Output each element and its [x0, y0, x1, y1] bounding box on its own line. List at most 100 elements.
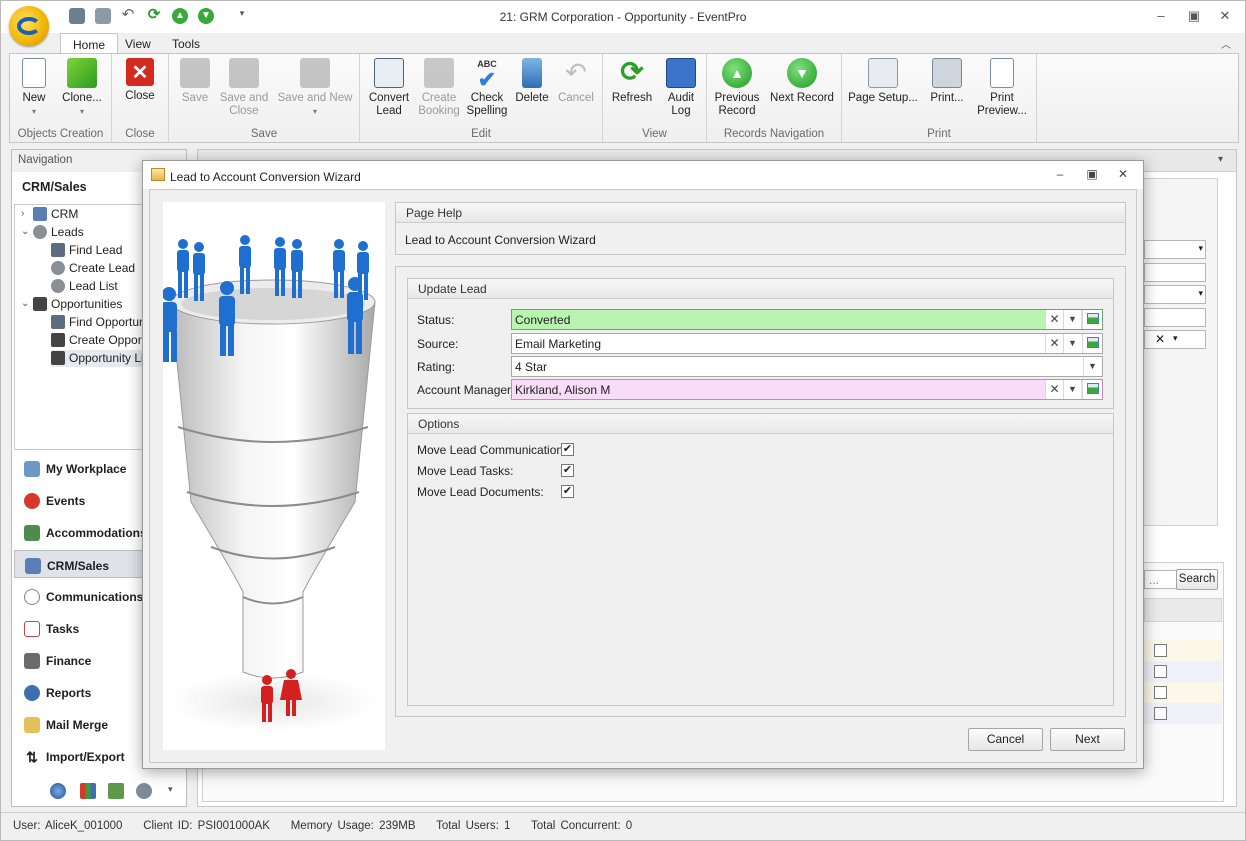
tab-view[interactable]: View — [113, 33, 163, 53]
tab-tools[interactable]: Tools — [160, 33, 212, 53]
group-save: Save Save and Close Save and New ▾ Save — [169, 54, 360, 142]
handshake-list-icon — [51, 351, 65, 365]
expand-icon[interactable]: › — [21, 208, 24, 219]
move-communications-checkbox[interactable]: ✔ — [561, 443, 574, 456]
lookup-grid-icon[interactable] — [1082, 334, 1102, 353]
cancel-button[interactable]: Cancel — [968, 728, 1043, 751]
minimize-button[interactable]: – — [1149, 7, 1173, 25]
close-button[interactable]: ✕ Close — [118, 58, 162, 103]
lookup-grid-icon[interactable] — [1082, 380, 1102, 399]
page-help-header: Page Help — [396, 203, 1125, 223]
chevron-down-icon[interactable]: ▾ — [168, 784, 173, 795]
maximize-button[interactable]: ▣ — [1182, 7, 1206, 25]
background-field[interactable]: ▾ — [1144, 285, 1206, 304]
account-manager-field[interactable]: Kirkland, Alison M ✕ ▼ — [511, 379, 1103, 400]
next-button[interactable]: Next — [1050, 728, 1125, 751]
group-view: ⟳ Refresh Audit Log View — [603, 54, 707, 142]
status-total-users: Total Users: 1 — [436, 820, 511, 832]
chevron-down-icon[interactable]: ▼ — [1063, 380, 1081, 399]
clear-icon[interactable]: ✕ — [1045, 380, 1063, 399]
table-row[interactable] — [1144, 661, 1222, 682]
table-row[interactable] — [1144, 640, 1222, 661]
collapse-ribbon-icon[interactable]: ︿ — [1221, 36, 1231, 51]
cancel-button[interactable]: ↶ Cancel — [554, 58, 598, 105]
options-panel: Options Move Lead Communications: ✔ Move… — [407, 413, 1114, 706]
create-booking-button[interactable]: Create Booking — [416, 58, 462, 118]
collapse-icon[interactable]: ⌄ — [21, 226, 29, 237]
tree-item-leads[interactable]: Leads — [33, 224, 84, 241]
delete-button[interactable]: Delete — [512, 58, 552, 105]
rating-label: Rating: — [417, 360, 456, 374]
tree-item-find-opportunity[interactable]: Find Opportuni — [51, 314, 148, 331]
source-field[interactable]: Email Marketing ✕ ▼ — [511, 333, 1103, 354]
chevron-down-icon[interactable]: ▾ — [1218, 154, 1223, 165]
chevron-down-icon[interactable]: ▼ — [1063, 334, 1081, 353]
lookup-grid-icon[interactable] — [1082, 310, 1102, 329]
tree-item-opportunities[interactable]: Opportunities — [33, 296, 122, 313]
tree-item-create-lead[interactable]: Create Lead — [51, 260, 135, 277]
save-icon — [180, 58, 210, 88]
move-documents-checkbox[interactable]: ✔ — [561, 485, 574, 498]
rating-dropdown[interactable]: 4 Star ▼ — [511, 356, 1103, 377]
group-label: Objects Creation — [17, 128, 104, 140]
tree-item-find-lead[interactable]: Find Lead — [51, 242, 122, 259]
row-checkbox[interactable] — [1154, 665, 1167, 678]
clear-icon[interactable]: ✕ — [1045, 310, 1063, 329]
collapse-icon[interactable]: ⌄ — [21, 298, 29, 309]
print-button[interactable]: Print... — [924, 58, 970, 105]
background-field[interactable]: ✕ ▾ — [1144, 330, 1206, 349]
tree-item-opportunity-list[interactable]: Opportunity Lis — [51, 350, 150, 367]
table-row[interactable] — [1144, 703, 1222, 724]
background-field[interactable] — [1144, 263, 1206, 282]
wizard-content-panel: Update Lead Status: Converted ✕ ▼ Source… — [395, 266, 1126, 717]
save-and-close-button[interactable]: Save and Close — [217, 58, 271, 118]
building-icon — [25, 558, 41, 574]
convert-lead-button[interactable]: Convert Lead — [366, 58, 412, 118]
app-window: ↶ ⟳ ▲ ▼ ▾ 21: GRM Corporation - Opportun… — [0, 0, 1246, 841]
row-checkbox[interactable] — [1154, 644, 1167, 657]
clone-button[interactable]: Clone... ▾ — [56, 58, 108, 118]
audit-log-button[interactable]: Audit Log — [659, 58, 703, 118]
search-button[interactable]: Search — [1176, 569, 1218, 590]
tree-item-crm[interactable]: CRM — [33, 206, 78, 223]
previous-record-button[interactable]: ▲ Previous Record — [711, 58, 763, 118]
dialog-maximize-button[interactable]: ▣ — [1081, 167, 1103, 181]
chevron-down-icon[interactable]: ▼ — [1083, 357, 1101, 376]
dialog-close-button[interactable]: ✕ — [1112, 167, 1134, 181]
refresh-button[interactable]: ⟳ Refresh — [607, 58, 657, 105]
row-checkbox[interactable] — [1154, 707, 1167, 720]
pin-icon — [424, 58, 454, 88]
close-window-button[interactable]: ✕ — [1213, 7, 1237, 25]
tree-item-create-opportunity[interactable]: Create Opport — [51, 332, 145, 349]
next-record-button[interactable]: ▼ Next Record — [765, 58, 839, 105]
row-checkbox[interactable] — [1154, 686, 1167, 699]
dialog-minimize-button[interactable]: – — [1049, 167, 1071, 181]
window-title: 21: GRM Corporation - Opportunity - Even… — [499, 10, 747, 24]
navigation-section-title: CRM/Sales — [22, 180, 87, 194]
settings-gear-icon[interactable] — [136, 783, 152, 799]
background-field[interactable]: ▾ — [1144, 240, 1206, 259]
group-label: Close — [125, 128, 155, 140]
save-and-new-button[interactable]: Save and New ▾ — [275, 58, 355, 118]
tree-item-lead-list[interactable]: Lead List — [51, 278, 118, 295]
page-setup-button[interactable]: Page Setup... — [846, 58, 920, 105]
clear-icon[interactable]: ✕ — [1045, 334, 1063, 353]
app-logo[interactable] — [9, 6, 49, 46]
table-row[interactable] — [1144, 682, 1222, 703]
move-tasks-checkbox[interactable]: ✔ — [561, 464, 574, 477]
save-button[interactable]: Save — [175, 58, 215, 105]
status-field[interactable]: Converted ✕ ▼ — [511, 309, 1103, 330]
new-button[interactable]: New ▾ — [14, 58, 54, 118]
bar-chart-icon[interactable] — [80, 783, 96, 799]
check-spelling-button[interactable]: ABC ✔ Check Spelling — [464, 58, 510, 118]
print-preview-button[interactable]: Print Preview... — [972, 58, 1032, 118]
tab-home[interactable]: Home — [60, 33, 119, 54]
status-label: Status: — [417, 313, 455, 327]
funnel-image — [163, 235, 378, 732]
chevron-down-icon[interactable]: ▼ — [1063, 310, 1081, 329]
move-communications-label: Move Lead Communications: — [417, 443, 573, 457]
line-chart-icon[interactable] — [108, 783, 124, 799]
globe-icon[interactable] — [50, 783, 66, 799]
move-tasks-label: Move Lead Tasks: — [417, 464, 514, 478]
background-field[interactable] — [1144, 308, 1206, 327]
